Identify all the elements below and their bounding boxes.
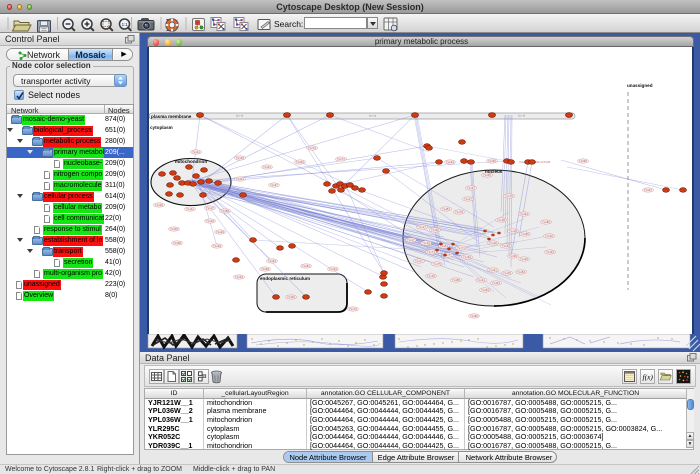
- svg-text:Yxx18: Yxx18: [497, 218, 505, 222]
- svg-text:Yxx89: Yxx89: [542, 220, 550, 224]
- svg-text:Yxx86: Yxx86: [452, 278, 460, 282]
- svg-text:Yxx25: Yxx25: [503, 271, 511, 275]
- svg-text:Yxx20: Yxx20: [545, 234, 553, 238]
- svg-text:Yxx40: Yxx40: [236, 156, 244, 160]
- svg-text:[xx-x]: [xx-x]: [236, 114, 243, 118]
- svg-text:Yxx72: Yxx72: [308, 146, 316, 150]
- svg-text:Yxx47: Yxx47: [644, 188, 652, 192]
- svg-text:Yxx37: Yxx37: [467, 186, 475, 190]
- svg-text:Yxx31: Yxx31: [263, 165, 271, 169]
- svg-text:Yxx15: Yxx15: [427, 274, 435, 278]
- svg-text:Yxx33: Yxx33: [502, 244, 510, 248]
- svg-text:Yxx10: Yxx10: [206, 219, 214, 223]
- svg-text:unassigned: unassigned: [627, 83, 653, 88]
- svg-text:Yxx58: Yxx58: [221, 209, 229, 213]
- svg-text:Yxx29: Yxx29: [155, 203, 163, 207]
- svg-text:Yxx16: Yxx16: [422, 241, 430, 245]
- svg-text:Yxx61: Yxx61: [236, 177, 244, 181]
- svg-text:Yxx61: Yxx61: [489, 268, 497, 272]
- svg-text:Yxx82: Yxx82: [470, 314, 478, 318]
- svg-text:Yxx21: Yxx21: [192, 150, 200, 154]
- svg-text:Yxx50: Yxx50: [287, 295, 295, 299]
- svg-text:Yxx76: Yxx76: [505, 194, 513, 198]
- svg-text:plasma membrane: plasma membrane: [151, 114, 192, 119]
- svg-text:[xx-x]: [xx-x]: [369, 114, 376, 118]
- svg-text:Yxx41: Yxx41: [477, 278, 485, 282]
- svg-text:Yxx43: Yxx43: [446, 160, 454, 164]
- svg-text:Yxx20: Yxx20: [489, 241, 497, 245]
- svg-text:1:1: 1:1: [122, 22, 129, 27]
- svg-text:Yxx50: Yxx50: [483, 173, 491, 177]
- svg-text:Yxx79: Yxx79: [455, 210, 463, 214]
- svg-text:[xx-x]: [xx-x]: [518, 114, 525, 118]
- svg-text:mitochondrion: mitochondrion: [175, 159, 207, 164]
- svg-text:Yxx84: Yxx84: [481, 288, 489, 292]
- svg-text:Yxx81: Yxx81: [302, 264, 310, 268]
- svg-text:Yxx86: Yxx86: [521, 232, 529, 236]
- svg-text:Yxx40: Yxx40: [520, 257, 528, 261]
- svg-text:Yxx37: Yxx37: [270, 183, 278, 187]
- svg-text:Yxx71: Yxx71: [457, 246, 465, 250]
- svg-text:Yxx94: Yxx94: [329, 267, 337, 271]
- svg-text:cytoplasm: cytoplasm: [150, 125, 173, 130]
- svg-text:f(x): f(x): [643, 373, 654, 382]
- svg-text:Yxx82: Yxx82: [517, 270, 525, 274]
- svg-text:Yxx34: Yxx34: [235, 275, 243, 279]
- svg-text:Yxx64: Yxx64: [268, 259, 276, 263]
- svg-text:Yxx17: Yxx17: [464, 197, 472, 201]
- svg-text:Yxx74: Yxx74: [427, 250, 435, 254]
- svg-text:Yxx50: Yxx50: [431, 228, 439, 232]
- svg-text:Yxx17: Yxx17: [407, 238, 415, 242]
- svg-text:Yxx84: Yxx84: [492, 281, 500, 285]
- svg-text:Yxx68: Yxx68: [173, 241, 181, 245]
- svg-text:Yxx72: Yxx72: [349, 307, 357, 311]
- svg-text:Yxx96: Yxx96: [509, 254, 517, 258]
- svg-text:Yxx36: Yxx36: [488, 159, 496, 163]
- svg-text:Yxx62: Yxx62: [296, 160, 304, 164]
- svg-text:Yxx84: Yxx84: [442, 207, 450, 211]
- svg-text:Yxx31: Yxx31: [186, 207, 194, 211]
- svg-text:endoplasmic reticulum: endoplasmic reticulum: [260, 276, 310, 281]
- svg-text:Yxx17: Yxx17: [415, 259, 423, 263]
- svg-text:Yxx43: Yxx43: [216, 230, 224, 234]
- svg-text:Yxx95: Yxx95: [579, 159, 587, 163]
- svg-text:Yxx71: Yxx71: [337, 157, 345, 161]
- svg-text:Yxx63: Yxx63: [546, 250, 554, 254]
- svg-text:Yxx18: Yxx18: [509, 229, 517, 233]
- svg-text:Yxx59: Yxx59: [170, 227, 178, 231]
- svg-text:Yxx17: Yxx17: [418, 225, 426, 229]
- svg-text:Yxx30: Yxx30: [463, 255, 471, 259]
- svg-text:Yxx17: Yxx17: [206, 206, 214, 210]
- svg-text:Yxx46: Yxx46: [213, 244, 221, 248]
- svg-text:Yxx94: Yxx94: [520, 212, 528, 216]
- svg-text:Yxx99: Yxx99: [261, 267, 269, 271]
- svg-text:Yxx75: Yxx75: [433, 262, 441, 266]
